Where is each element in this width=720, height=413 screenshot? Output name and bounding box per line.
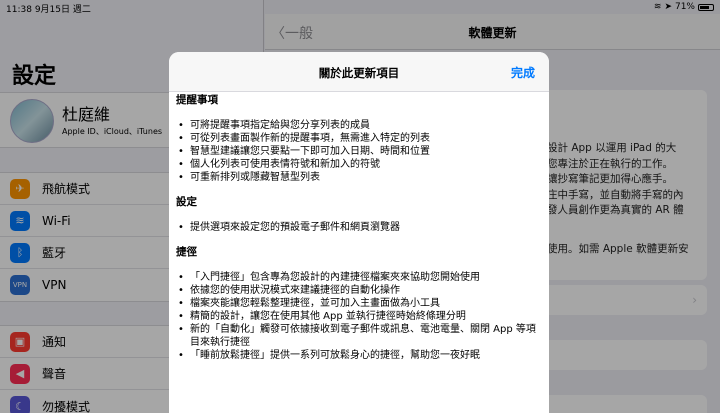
list-item: 可將提醒事項指定給與您分享列表的成員 [176, 119, 542, 132]
done-button[interactable]: 完成 [511, 64, 535, 81]
release-notes-modal: 關於此更新項目 完成 提醒事項可將提醒事項指定給與您分享列表的成員可從列表畫面製… [169, 52, 549, 413]
list-item: 個人化列表可使用表情符號和新加入的符號 [176, 158, 542, 171]
bullet-list: 提供選項來設定您的預設電子郵件和網頁瀏覽器 [176, 221, 542, 234]
section-heading: 設定 [176, 196, 197, 208]
status-bar: 11:38 9月15日 週二 ≋ ➤ 71% [0, 0, 720, 15]
section-heading: 提醒事項 [176, 94, 218, 106]
list-item: 檔案夾能讓您輕鬆整理捷徑，並可加入主畫面做為小工具 [176, 297, 542, 310]
modal-header: 關於此更新項目 完成 [169, 52, 549, 92]
list-item: 可從列表畫面製作新的提醒事項，無需進入特定的列表 [176, 132, 542, 145]
wifi-status-icon: ≋ [653, 2, 662, 12]
list-item: 新的「自動化」觸發可依據接收到電子郵件或訊息、電池電量、關閉 App 等項目來執… [176, 323, 542, 349]
release-notes-body: 提醒事項可將提醒事項指定給與您分享列表的成員可從列表畫面製作新的提醒事項，無需進… [176, 94, 542, 362]
section-heading: 捷徑 [176, 246, 197, 258]
bullet-list: 可將提醒事項指定給與您分享列表的成員可從列表畫面製作新的提醒事項，無需進入特定的… [176, 119, 542, 184]
battery-percent: 71% [674, 2, 695, 12]
battery-icon [698, 3, 714, 11]
list-item: 可重新排列或隱藏智慧型列表 [176, 171, 542, 184]
list-item: 提供選項來設定您的預設電子郵件和網頁瀏覽器 [176, 221, 542, 234]
list-item: 依據您的使用狀況模式來建議捷徑的自動化操作 [176, 284, 542, 297]
bullet-list: 「入門捷徑」包含專為您設計的內建捷徑檔案夾來協助您開始使用依據您的使用狀況模式來… [176, 271, 542, 362]
list-item: 智慧型建議讓您只要點一下即可加入日期、時間和位置 [176, 145, 542, 158]
list-item: 「入門捷徑」包含專為您設計的內建捷徑檔案夾來協助您開始使用 [176, 271, 542, 284]
list-item: 精簡的設計，讓您在使用其他 App 並執行捷徑時始終條理分明 [176, 310, 542, 323]
list-item: 「睡前放鬆捷徑」提供一系列可放鬆身心的捷徑，幫助您一夜好眠 [176, 349, 542, 362]
status-right: ≋ ➤ 71% [654, 2, 714, 12]
modal-title: 關於此更新項目 [318, 66, 400, 80]
location-icon: ➤ [664, 2, 672, 12]
status-time: 11:38 9月15日 週二 [6, 5, 91, 15]
